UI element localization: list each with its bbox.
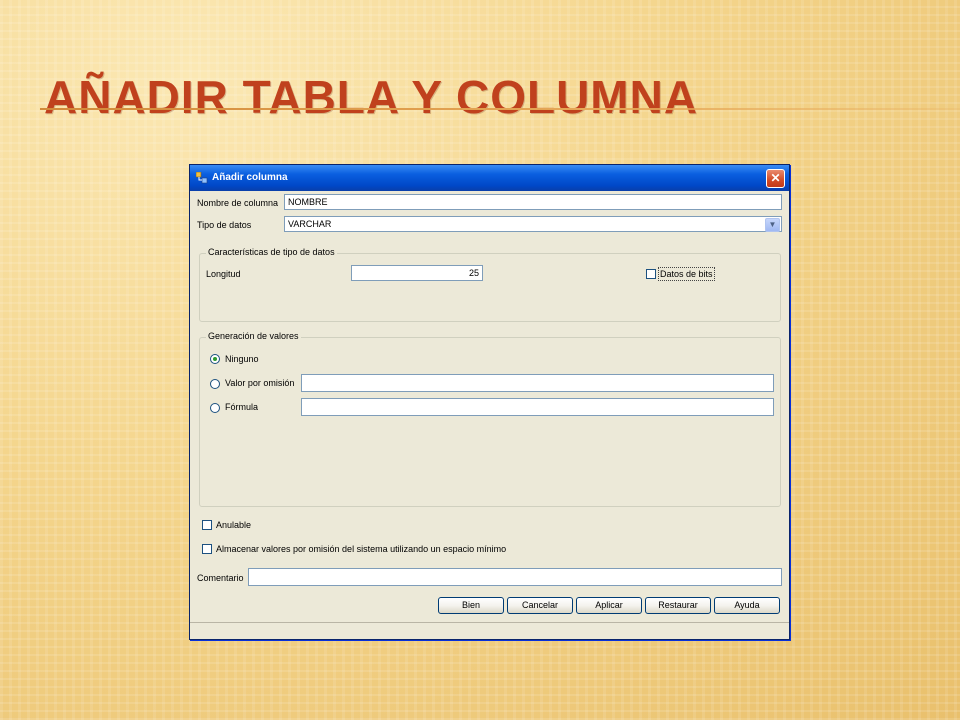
nullable-label: Anulable xyxy=(216,520,252,530)
bit-data-label: Datos de bits xyxy=(658,267,715,281)
dialog-title: Añadir columna xyxy=(212,172,288,183)
comment-label: Comentario xyxy=(197,573,244,583)
data-type-characteristics-group: Características de tipo de datos Longitu… xyxy=(199,247,781,322)
close-icon: ✕ xyxy=(770,171,781,185)
close-button[interactable]: ✕ xyxy=(766,169,785,188)
radio-default-value-label: Valor por omisión xyxy=(225,378,295,388)
radio-formula-label: Fórmula xyxy=(225,402,259,412)
length-input[interactable]: 25 xyxy=(351,265,483,281)
value-generation-title: Generación de valores xyxy=(206,331,301,341)
dialog-titlebar[interactable]: Añadir columna ✕ xyxy=(190,165,789,191)
add-column-dialog: Añadir columna ✕ Nombre de columna NOMBR… xyxy=(189,164,790,640)
cancel-button[interactable]: Cancelar xyxy=(507,597,573,614)
data-type-value: VARCHAR xyxy=(288,219,332,229)
default-value-input[interactable] xyxy=(301,374,774,392)
characteristics-group-title: Características de tipo de datos xyxy=(206,247,337,257)
data-type-label: Tipo de datos xyxy=(197,220,252,230)
radio-default-value[interactable] xyxy=(210,379,220,389)
formula-input[interactable] xyxy=(301,398,774,416)
radio-formula[interactable] xyxy=(210,403,220,413)
compress-checkbox[interactable] xyxy=(202,544,212,554)
chevron-down-icon[interactable]: ▼ xyxy=(765,218,780,232)
column-name-label: Nombre de columna xyxy=(197,198,279,208)
nullable-checkbox[interactable] xyxy=(202,520,212,530)
length-label: Longitud xyxy=(206,269,241,279)
comment-input[interactable] xyxy=(248,568,782,586)
help-button[interactable]: Ayuda xyxy=(714,597,780,614)
title-rule xyxy=(40,108,960,110)
apply-button[interactable]: Aplicar xyxy=(576,597,642,614)
column-icon xyxy=(196,172,208,184)
data-type-select[interactable]: VARCHAR ▼ xyxy=(284,216,782,232)
radio-none[interactable] xyxy=(210,354,220,364)
bit-data-checkbox[interactable] xyxy=(646,269,656,279)
ok-button[interactable]: Bien xyxy=(438,597,504,614)
slide-title: AÑADIR TABLA Y COLUMNA xyxy=(44,71,699,123)
value-generation-group: Generación de valores Ninguno Valor por … xyxy=(199,331,781,507)
radio-none-label: Ninguno xyxy=(225,354,259,364)
compress-label: Almacenar valores por omisión del sistem… xyxy=(216,544,507,554)
column-name-input[interactable]: NOMBRE xyxy=(284,194,782,210)
status-bar xyxy=(190,622,789,639)
reset-button[interactable]: Restaurar xyxy=(645,597,711,614)
